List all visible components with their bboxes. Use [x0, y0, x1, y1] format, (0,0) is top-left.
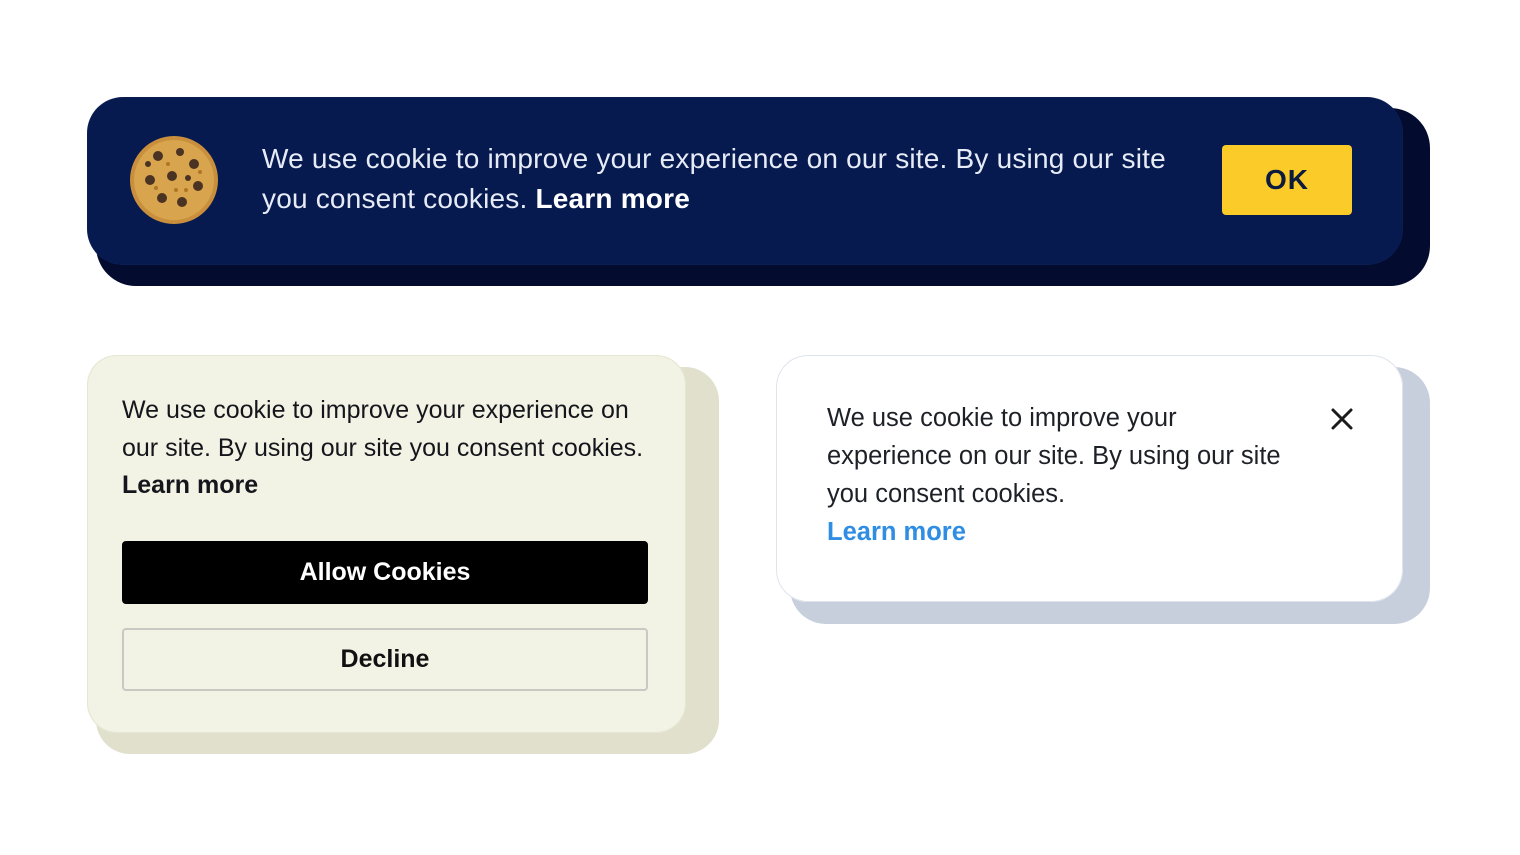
- beige-card-learn-more-link[interactable]: Learn more: [122, 471, 258, 499]
- close-button[interactable]: [1325, 402, 1359, 436]
- cookie-icon: [130, 136, 218, 224]
- decline-button[interactable]: Decline: [122, 628, 648, 691]
- dark-banner-message: We use cookie to improve your experience…: [262, 139, 1192, 219]
- beige-card-message: We use cookie to improve your experience…: [122, 392, 662, 505]
- white-card-learn-more-link[interactable]: Learn more: [827, 513, 966, 551]
- white-card-message: We use cookie to improve your experience…: [827, 404, 1281, 508]
- beige-card-text: We use cookie to improve your experience…: [122, 396, 644, 462]
- close-icon: [1331, 408, 1353, 430]
- allow-cookies-button[interactable]: Allow Cookies: [122, 541, 648, 604]
- dark-banner-learn-more-link[interactable]: Learn more: [535, 183, 690, 214]
- ok-button[interactable]: OK: [1222, 145, 1352, 215]
- dark-banner-text: We use cookie to improve your experience…: [262, 143, 1166, 214]
